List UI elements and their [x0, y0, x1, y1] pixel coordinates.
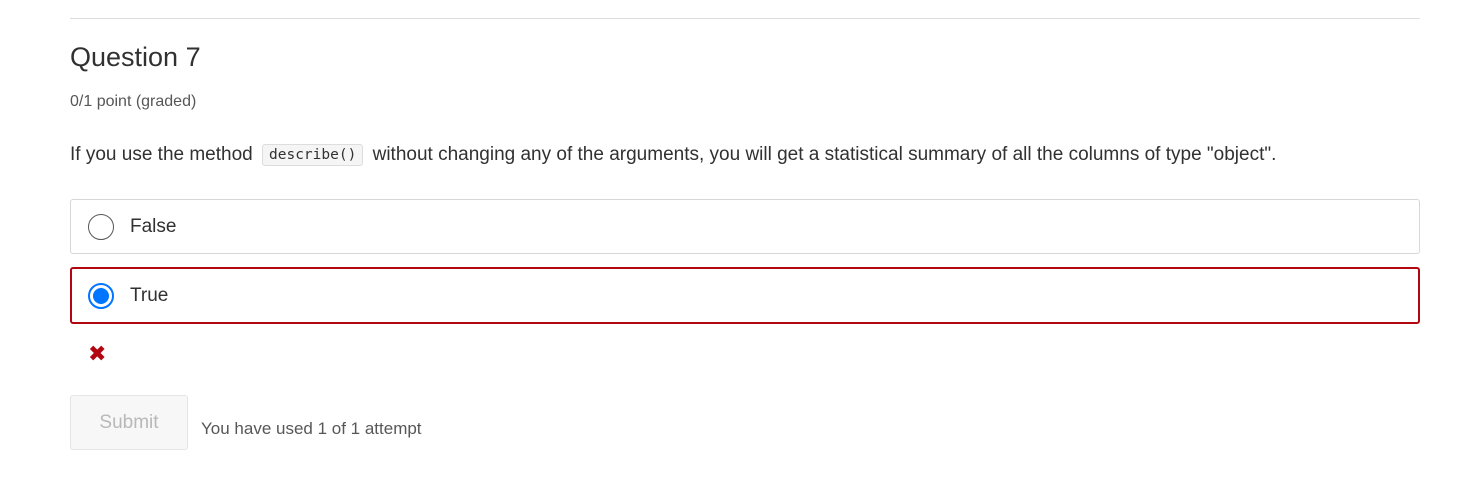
choice-false[interactable]: False	[70, 199, 1420, 254]
question-prompt: If you use the method describe() without…	[70, 142, 1276, 169]
choice-true-label: True	[130, 284, 169, 306]
question-score: 0/1 point (graded)	[70, 93, 197, 110]
prompt-code: describe()	[262, 144, 364, 166]
prompt-text-before: If you use the method	[70, 144, 253, 165]
radio-selected-dot	[93, 287, 109, 304]
radio-false[interactable]	[88, 213, 114, 240]
choice-true[interactable]: True	[70, 267, 1420, 324]
choice-false-label: False	[130, 215, 177, 237]
section-divider	[70, 18, 1420, 19]
attempts-text: You have used 1 of 1 attempt	[201, 419, 422, 438]
submit-button[interactable]: Submit	[70, 395, 188, 450]
incorrect-x-icon: ✖	[88, 341, 107, 366]
prompt-text-after: without changing any of the arguments, y…	[372, 144, 1277, 165]
question-title: Question 7	[70, 42, 201, 72]
problem-container: Question 7 0/1 point (graded) If you use…	[0, 0, 1458, 487]
radio-true[interactable]	[88, 282, 114, 309]
